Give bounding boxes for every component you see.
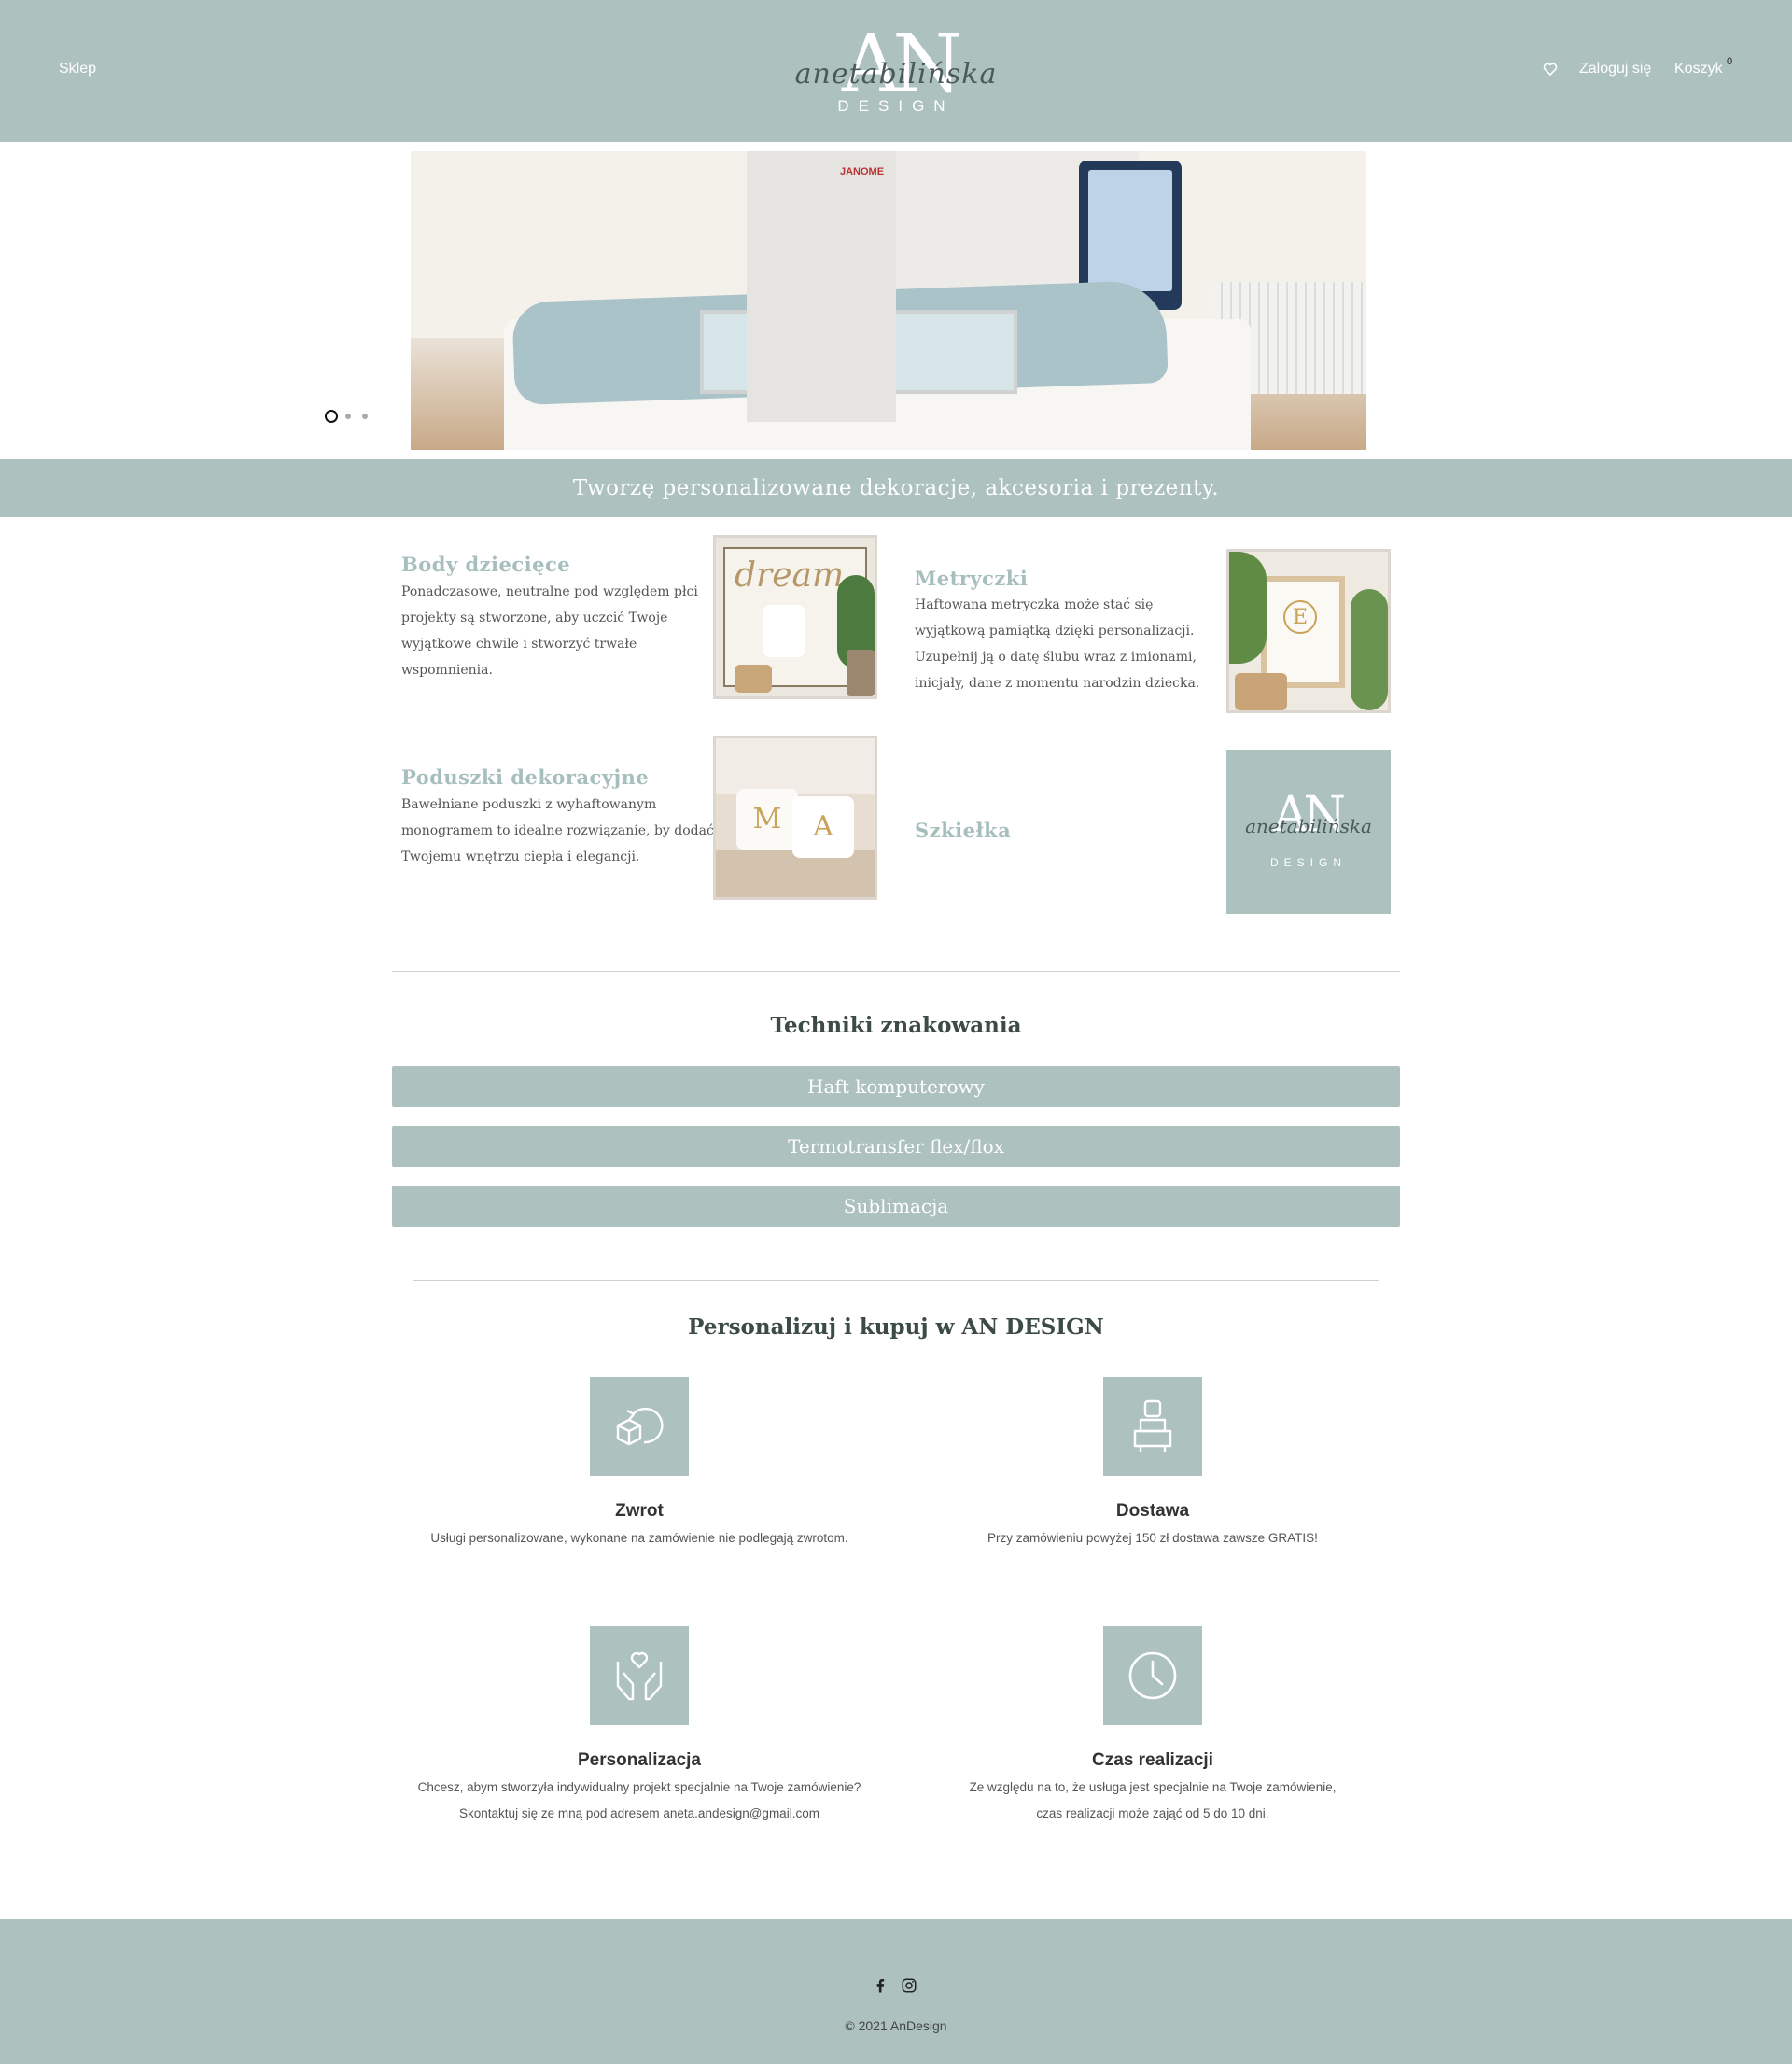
site-footer: © 2021 AnDesign [0,1919,1792,2064]
feature-icon-box [590,1626,689,1725]
site-header: Sklep AN anetabilińska DESIGN Zaloguj si… [0,0,1792,142]
feature-title-zwrot: Zwrot [615,1501,664,1521]
category-title-poduszki[interactable]: Poduszki dekoracyjne [401,765,649,789]
feature-title-dostawa: Dostawa [1115,1501,1190,1521]
feature-desc-dostawa: Przy zamówieniu powyżej 150 zł dostawa z… [987,1531,1318,1545]
delivery-courier-icon [1133,1399,1172,1452]
hands-heart-icon [616,1651,663,1701]
category-image-body[interactable]: dream [713,535,877,699]
section-divider [392,971,1400,972]
thumb-pillow-right: A [792,796,854,858]
feature-desc-personalizacja-line2: Skontaktuj się ze mną pod adresem aneta.… [459,1806,819,1820]
clock-icon [1128,1651,1177,1700]
hero-machine-brand: JANOME [840,166,885,177]
cart-count-badge: 0 [1727,56,1733,67]
technique-sublimacja-button[interactable]: Sublimacja [392,1186,1400,1227]
feature-icon-box [1103,1626,1202,1725]
technique-termotransfer-button[interactable]: Termotransfer flex/flox [392,1126,1400,1167]
login-link[interactable]: Zaloguj się [1579,61,1651,77]
slider-dot-3[interactable] [362,414,368,419]
feature-desc-czas-line2: czas realizacji może zająć od 5 do 10 dn… [1036,1806,1269,1820]
facebook-icon[interactable] [872,1977,889,1994]
technique-haft-button[interactable]: Haft komputerowy [392,1066,1400,1107]
category-title-szkielka[interactable]: Szkiełka [915,819,1011,842]
thumb-frame-letter: E [1283,600,1317,634]
heart-icon[interactable] [1543,62,1558,77]
slider-dot-2[interactable] [345,414,351,419]
tagline-text: Tworzę personalizowane dekoracje, akceso… [572,476,1220,500]
cart-link[interactable]: Koszyk [1674,61,1723,77]
nav-shop-link[interactable]: Sklep [59,61,96,77]
instagram-icon[interactable] [901,1977,917,1994]
slider-dot-1[interactable] [325,410,338,423]
site-logo[interactable]: AN anetabilińska DESIGN [793,22,999,119]
thumb-logo-script: anetabilińska [1245,815,1372,837]
features-title: Personalizuj i kupuj w AN DESIGN [688,1314,1104,1340]
thumb-logo-design: DESIGN [1269,856,1347,869]
feature-icon-box [1103,1377,1202,1476]
feature-title-czas: Czas realizacji [1092,1750,1213,1770]
feature-desc-zwrot: Usługi personalizowane, wykonane na zamó… [430,1531,848,1545]
category-title-body[interactable]: Body dziecięce [401,553,570,576]
feature-title-personalizacja: Personalizacja [577,1750,702,1770]
copyright-text: © 2021 AnDesign [845,2018,947,2033]
category-desc-body: Ponadczasowe, neutralne pod względem płc… [401,584,698,678]
category-image-szkielka[interactable]: AN anetabilińska DESIGN [1226,750,1391,914]
category-desc-poduszki: Bawełniane poduszki z wyhaftowanym monog… [401,797,714,864]
techniques-title: Techniki znakowania [770,1013,1022,1038]
return-box-icon [616,1407,664,1446]
feature-desc-personalizacja-line1: Chcesz, abym stworzyła indywidualny proj… [417,1780,861,1794]
thumb-pillow-left: M [736,789,798,850]
feature-desc-czas-line1: Ze względu na to, że usługa jest specjal… [969,1780,1337,1794]
hero-slide-image: JANOME [411,151,1366,450]
category-desc-metryczki: Haftowana metryczka może stać się wyjątk… [915,597,1200,691]
hero-machine-arm [747,151,896,422]
category-image-metryczki[interactable]: E [1226,549,1391,713]
category-image-poduszki[interactable]: M A [713,736,877,900]
slider-dots [325,409,371,424]
feature-icon-box [590,1377,689,1476]
section-divider [413,1280,1379,1281]
logo-design: DESIGN [837,97,955,115]
thumb-dream-text: dream [735,556,845,595]
category-title-metryczki[interactable]: Metryczki [915,567,1028,590]
logo-script: anetabilińska [794,58,998,91]
tagline-band: Tworzę personalizowane dekoracje, akceso… [0,459,1792,517]
